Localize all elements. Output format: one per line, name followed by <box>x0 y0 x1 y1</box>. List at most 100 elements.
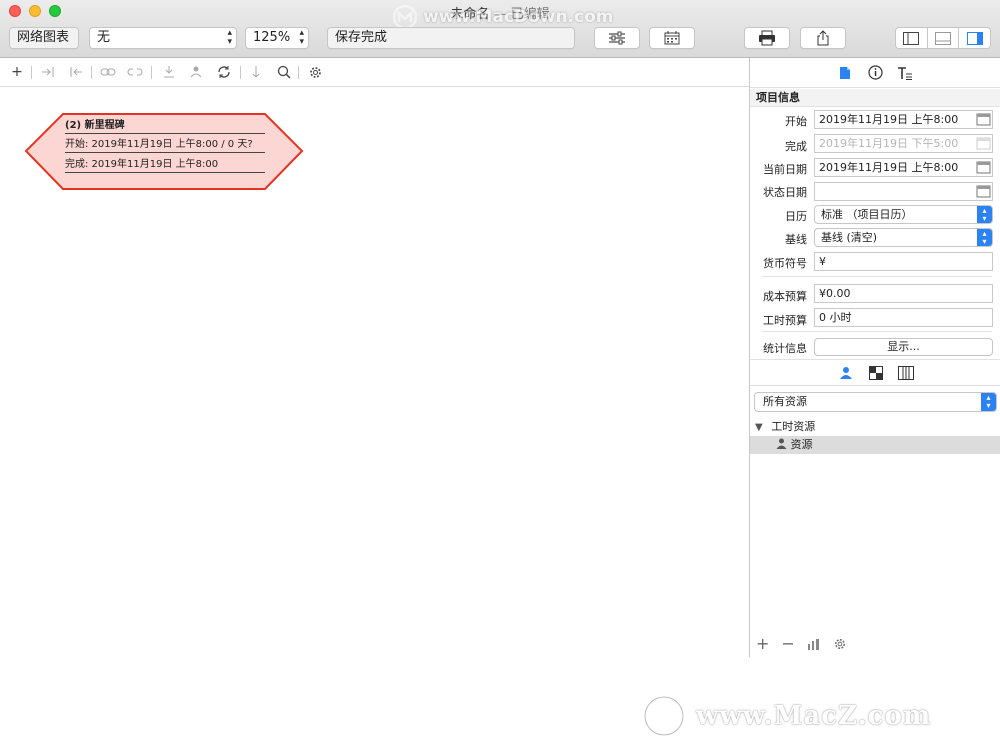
tab-resource-columns[interactable] <box>896 364 916 382</box>
tab-info[interactable] <box>865 63 885 83</box>
watermark-top: www.MacDown.com <box>393 5 613 29</box>
watermark-bottom: www.MacZ.com <box>642 693 931 739</box>
indent-button[interactable] <box>40 64 56 80</box>
sliders-icon <box>609 31 625 45</box>
updown-chevron-icon: ▴ ▾ <box>299 28 304 47</box>
calendar-icon[interactable] <box>976 160 991 175</box>
show-statistics-button[interactable]: 显示... <box>814 338 993 356</box>
calendar-icon[interactable] <box>976 112 991 127</box>
resource-label: 资源 <box>790 438 813 451</box>
tab-resources[interactable] <box>836 364 856 382</box>
resource-group-row[interactable]: ▼ 工时资源 <box>750 418 1000 436</box>
status-date-label: 状态日期 <box>763 186 807 199</box>
finish-date-value: 2019年11月19日 下午5:00 <box>819 137 959 150</box>
edit-toolbar: + <box>0 58 749 87</box>
current-date-value: 2019年11月19日 上午8:00 <box>819 161 959 174</box>
macdown-logo-icon <box>393 5 417 29</box>
info-icon <box>867 65 883 80</box>
show-statistics-label: 显示... <box>887 340 920 353</box>
updown-chevron-icon: ▴ ▾ <box>977 206 992 223</box>
share-icon <box>817 30 829 46</box>
zoom-select[interactable]: 125% ▴ ▾ <box>245 27 309 49</box>
updown-chevron-icon: ▴ ▾ <box>227 28 232 47</box>
currency-field[interactable]: ¥ <box>814 252 993 271</box>
filter-settings-button[interactable] <box>594 27 640 49</box>
print-button[interactable] <box>744 27 790 49</box>
printer-icon <box>759 30 775 46</box>
add-task-button[interactable]: + <box>9 64 25 80</box>
statistics-label: 统计信息 <box>763 342 807 355</box>
resource-row[interactable]: 资源 <box>750 436 1000 454</box>
divider <box>762 276 992 277</box>
link-button[interactable] <box>99 64 117 80</box>
calendar-icon[interactable] <box>976 184 991 199</box>
calendar-button[interactable] <box>649 27 695 49</box>
calendar-select[interactable]: 标准 （项目日历） ▴ ▾ <box>814 205 993 224</box>
resource-group-label: 工时资源 <box>771 420 816 433</box>
hours-budget-field[interactable]: 0 小时 <box>814 308 993 327</box>
network-diagram-canvas[interactable]: (2) 新里程碑 开始: 2019年11月19日 上午8:00 / 0 天? 完… <box>0 88 930 738</box>
level-button[interactable] <box>160 64 178 80</box>
milestone-start: 开始: 2019年11月19日 上午8:00 / 0 天? <box>65 137 265 153</box>
start-date-field[interactable]: 2019年11月19日 上午8:00 <box>814 110 993 129</box>
divider <box>298 66 299 79</box>
person-icon <box>839 366 852 379</box>
style-select-value: 无 <box>97 30 111 45</box>
resource-filter-select[interactable]: 所有资源 ▴ ▾ <box>754 392 997 412</box>
gear-icon[interactable] <box>833 637 847 651</box>
baseline-select-value: 基线 (清空) <box>821 231 878 244</box>
outdent-icon <box>70 67 82 77</box>
text-style-icon <box>898 66 912 80</box>
current-date-field[interactable]: 2019年11月19日 上午8:00 <box>814 158 993 177</box>
toggle-inspector-button[interactable] <box>959 28 990 48</box>
calendar-icon <box>664 31 680 45</box>
section-title: 项目信息 <box>750 89 1000 107</box>
divider <box>240 66 241 79</box>
cost-budget-value: ¥0.00 <box>819 287 851 300</box>
resource-chart-icon[interactable] <box>807 638 821 650</box>
calendar-icon <box>976 137 991 150</box>
toggle-left-sidebar-button[interactable] <box>896 28 928 48</box>
reschedule-button[interactable] <box>215 64 233 80</box>
baseline-select[interactable]: 基线 (清空) ▴ ▾ <box>814 228 993 247</box>
start-label: 开始 <box>785 115 807 128</box>
tab-document[interactable] <box>835 63 855 83</box>
toggle-bottom-pane-button[interactable] <box>928 28 960 48</box>
divider <box>762 331 992 332</box>
cost-budget-field[interactable]: ¥0.00 <box>814 284 993 303</box>
share-button[interactable] <box>800 27 846 49</box>
disclosure-triangle-icon[interactable]: ▼ <box>755 422 763 433</box>
level-down-icon <box>164 66 174 78</box>
remove-resource-button[interactable]: − <box>781 634 794 653</box>
outdent-button[interactable] <box>68 64 84 80</box>
status-field: 保存完成 <box>327 27 575 49</box>
divider <box>31 66 32 79</box>
resource-tabs <box>750 360 1000 386</box>
current-date-label: 当前日期 <box>763 163 807 176</box>
level-up-button[interactable] <box>187 64 205 80</box>
search-button[interactable] <box>276 64 292 80</box>
resource-filter-value: 所有资源 <box>763 395 807 408</box>
watermark-top-text: www.MacDown.com <box>423 7 614 27</box>
indent-icon <box>42 67 54 77</box>
settings-button[interactable] <box>307 64 323 80</box>
add-resource-button[interactable]: + <box>756 634 769 653</box>
style-select[interactable]: 无 ▴ ▾ <box>89 27 237 49</box>
status-date-field[interactable] <box>814 182 993 201</box>
calendar-label: 日历 <box>785 210 807 223</box>
person-icon <box>776 438 787 449</box>
unlink-button[interactable] <box>126 64 144 80</box>
document-icon <box>840 66 850 79</box>
milestone-node[interactable]: (2) 新里程碑 开始: 2019年11月19日 上午8:00 / 0 天? 完… <box>25 113 304 191</box>
checkerboard-icon <box>868 365 883 380</box>
resource-bottom-bar: + − <box>750 630 1000 657</box>
view-mode-button[interactable]: 网络图表 <box>9 27 79 49</box>
milestone-finish: 完成: 2019年11月19日 上午8:00 <box>65 157 265 173</box>
view-mode-label: 网络图表 <box>17 30 70 45</box>
move-down-button[interactable] <box>248 64 264 80</box>
inspector-panel: 项目信息 开始 2019年11月19日 上午8:00 完成 2019年11月19… <box>749 58 1000 657</box>
unlink-icon <box>127 68 143 76</box>
updown-chevron-icon: ▴ ▾ <box>977 229 992 246</box>
tab-resource-grid[interactable] <box>866 364 886 382</box>
tab-text-style[interactable] <box>895 63 915 83</box>
